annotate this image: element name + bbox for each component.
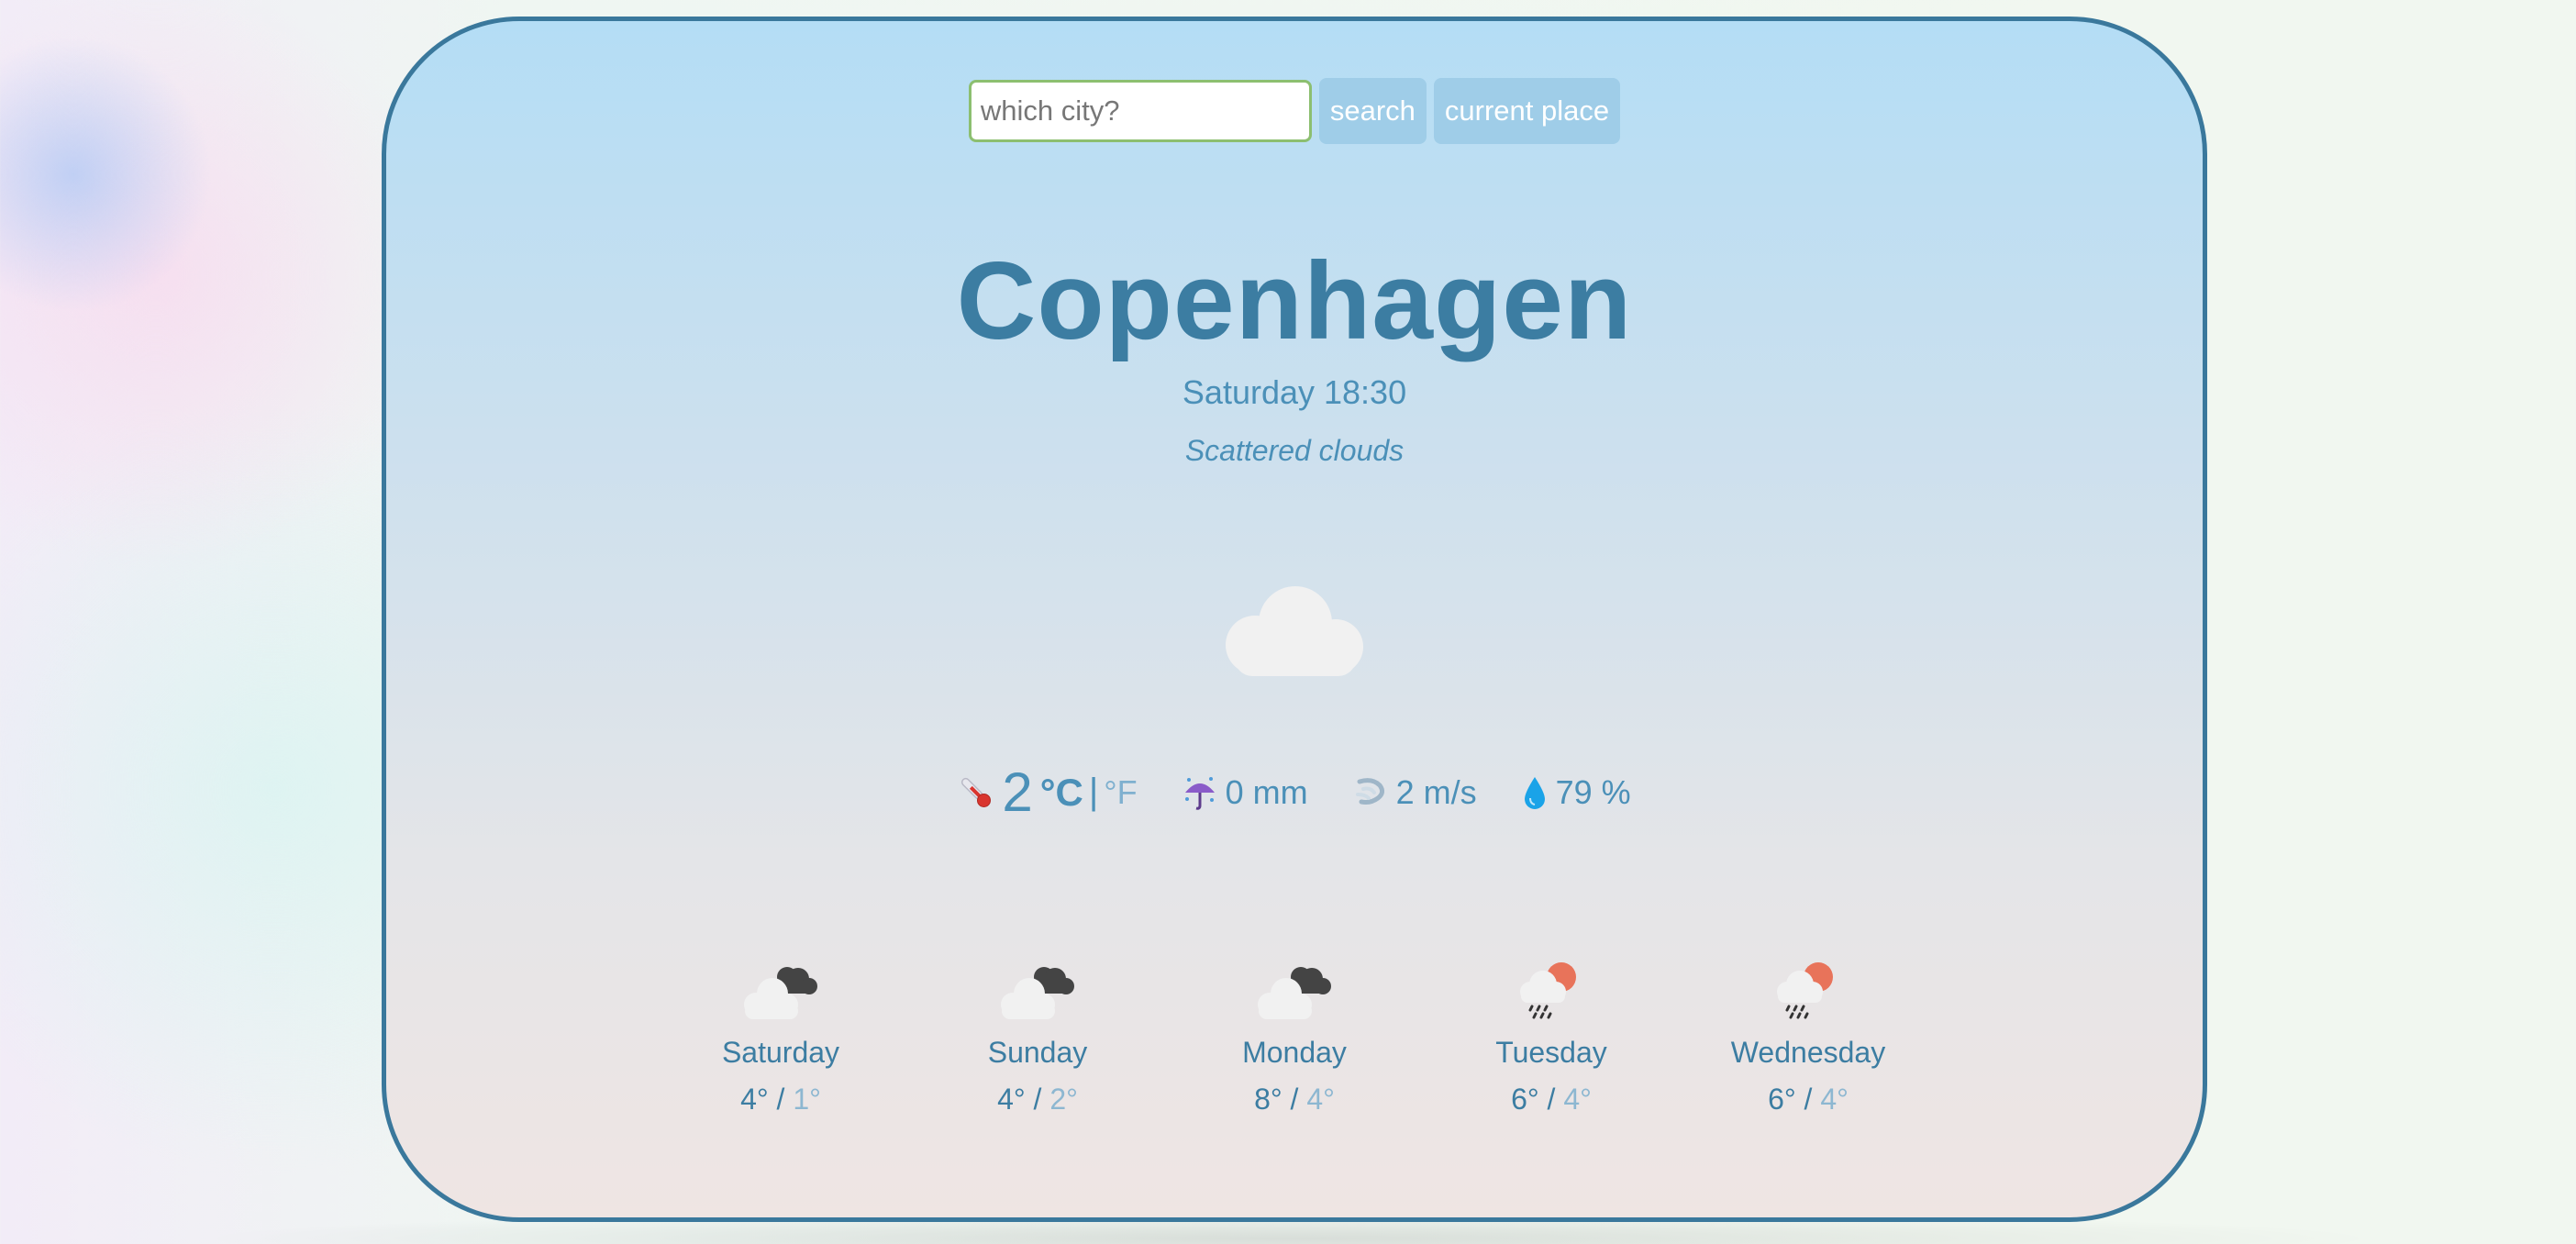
wind-stat: 2 m/s	[1352, 773, 1477, 812]
precipitation-stat: 0 mm	[1182, 773, 1308, 812]
current-temperature: 2	[1002, 761, 1033, 823]
forecast-day-name: Wednesday	[1730, 1036, 1886, 1069]
unit-separator: |	[1088, 772, 1099, 812]
temperature-stat: 2 °C | °F	[958, 761, 1138, 824]
forecast-temperatures: 8° / 4°	[1254, 1083, 1335, 1116]
forecast-max-temp: 4°	[997, 1083, 1026, 1116]
rain-sun-icon	[1520, 962, 1576, 1019]
forecast-temperatures: 6° / 4°	[1768, 1083, 1849, 1116]
forecast-day: Tuesday 6° / 4°	[1423, 957, 1680, 1116]
forecast-day-name: Sunday	[987, 1036, 1088, 1069]
forecast-min-temp: 4°	[1563, 1083, 1592, 1116]
forecast-list: Saturday 4° / 1° Sunday 4° / 2° Monday 8…	[386, 957, 2203, 1116]
current-datetime: Saturday 18:30	[1182, 373, 1407, 411]
humidity-value: 79 %	[1555, 772, 1631, 811]
precipitation-value: 0 mm	[1225, 772, 1308, 811]
forecast-max-temp: 6°	[1511, 1083, 1539, 1116]
wind-icon	[1355, 777, 1384, 805]
forecast-day-name: Monday	[1242, 1036, 1347, 1069]
current-place-button[interactable]: current place	[1433, 78, 1621, 144]
forecast-temperatures: 6° / 4°	[1511, 1083, 1592, 1116]
forecast-max-temp: 4°	[740, 1083, 769, 1116]
forecast-day-name: Tuesday	[1495, 1036, 1607, 1069]
forecast-min-temp: 4°	[1306, 1083, 1335, 1116]
current-conditions: 2 °C | °F 0 mm 2 m/s 79 %	[386, 761, 2203, 824]
forecast-min-temp: 1°	[793, 1083, 821, 1116]
humidity-stat: 79 %	[1521, 773, 1631, 812]
cloud-icon	[1226, 586, 1363, 676]
forecast-day: Sunday 4° / 2°	[909, 957, 1166, 1116]
forecast-day: Monday 8° / 4°	[1166, 957, 1423, 1116]
fahrenheit-toggle[interactable]: °F	[1104, 773, 1137, 812]
forecast-min-temp: 2°	[1049, 1083, 1078, 1116]
forecast-max-temp: 8°	[1254, 1083, 1282, 1116]
celsius-toggle[interactable]: °C	[1040, 771, 1083, 815]
city-name: Copenhagen	[956, 239, 1633, 362]
search-bar: search current place	[386, 78, 2203, 144]
forecast-day: Saturday 4° / 1°	[652, 957, 909, 1116]
weather-description: Scattered clouds	[1184, 434, 1405, 467]
forecast-max-temp: 6°	[1768, 1083, 1796, 1116]
wind-value: 2 m/s	[1395, 772, 1477, 811]
forecast-temperatures: 4° / 1°	[740, 1083, 821, 1116]
umbrella-rain-icon	[1184, 776, 1215, 810]
forecast-day-name: Saturday	[721, 1036, 840, 1069]
forecast-min-temp: 4°	[1820, 1083, 1849, 1116]
thermometer-icon	[961, 777, 992, 807]
forecast-temperatures: 4° / 2°	[997, 1083, 1078, 1116]
city-search-input[interactable]	[968, 80, 1312, 142]
partly-cloudy-night-icon	[1001, 967, 1074, 1019]
forecast-day: Wednesday 6° / 4°	[1680, 957, 1937, 1116]
weather-card: search current place Copenhagen Saturday…	[382, 17, 2207, 1222]
partly-cloudy-night-icon	[744, 967, 817, 1019]
partly-cloudy-night-icon	[1258, 967, 1331, 1019]
water-drop-icon	[1524, 776, 1545, 809]
rain-sun-icon	[1777, 962, 1833, 1019]
search-button[interactable]: search	[1318, 78, 1427, 144]
